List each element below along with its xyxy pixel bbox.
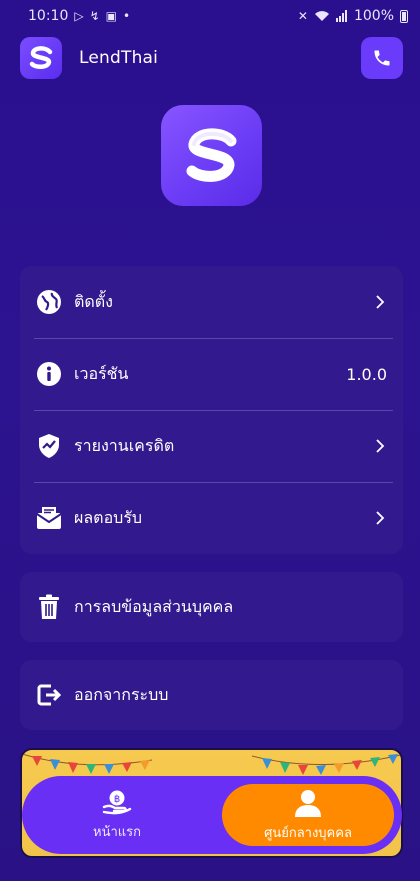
menu-item-label: รายงานเครดิต: [74, 435, 175, 455]
tab-personal-center-label: ศูนย์กลางบุคคล: [264, 825, 352, 841]
menu-item-label: ผลตอบรับ: [74, 507, 143, 527]
logout-label: ออกจากระบบ: [74, 684, 169, 704]
wifi-icon: [314, 11, 329, 21]
tab-home-label: หน้าแรก: [93, 824, 141, 840]
delete-personal-data-button[interactable]: การลบข้อมูลส่วนบุคคล: [20, 572, 403, 642]
menu-item-feedback[interactable]: ผลตอบรับ: [20, 482, 403, 554]
battery-percent: 100%: [353, 8, 394, 24]
menu-item-label: เวอร์ชัน: [74, 363, 129, 383]
menu-item-credit-report[interactable]: รายงานเครดิต: [20, 410, 403, 482]
app-logo-icon: [20, 37, 62, 79]
mail-icon: [36, 505, 62, 531]
menu-item-label: ติดตั้ง: [74, 291, 113, 311]
status-time: 10:10: [28, 8, 69, 24]
status-left: 10:10 ▷ ↯ ▣ •: [28, 8, 130, 24]
logout-button[interactable]: ออกจากระบบ: [20, 660, 403, 730]
clipboard-icon: ▣: [105, 9, 117, 23]
mute-icon: ✕: [297, 9, 308, 23]
info-icon: [36, 361, 62, 387]
dot-icon: •: [123, 9, 131, 23]
chevron-right-icon: [373, 511, 387, 525]
app-header: LendThai: [20, 37, 403, 79]
version-value: 1.0.0: [346, 364, 387, 384]
menu-item-version: เวอร์ชัน 1.0.0: [20, 338, 403, 410]
svg-text:฿: ฿: [114, 794, 120, 805]
play-icon: ▷: [74, 9, 84, 23]
menu-item-install[interactable]: ติดตั้ง: [20, 266, 403, 338]
app-logo-large: [161, 105, 262, 206]
user-icon: [295, 789, 321, 817]
settings-menu: ติดตั้ง เวอร์ชัน 1.0.0 รายงานเครดิต ผลตอ…: [20, 266, 403, 554]
chevron-right-icon: [373, 295, 387, 309]
phone-button[interactable]: [361, 37, 403, 79]
shield-chart-icon: [36, 433, 62, 459]
missed-call-icon: ↯: [89, 9, 100, 23]
globe-icon: [36, 289, 62, 315]
chevron-right-icon: [373, 439, 387, 453]
status-right: ✕ 100%: [298, 8, 408, 24]
screen: 10:10 ▷ ↯ ▣ • ✕ 100% LendThai ติดตั้ง เว…: [0, 0, 420, 881]
tab-home[interactable]: ฿ หน้าแรก: [22, 776, 212, 854]
battery-icon: [400, 9, 408, 23]
delete-personal-data-label: การลบข้อมูลส่วนบุคคล: [74, 596, 234, 616]
tab-personal-center[interactable]: ศูนย์กลางบุคคล: [222, 784, 394, 846]
phone-icon: [374, 50, 390, 66]
logout-icon: [36, 682, 62, 708]
app-title: LendThai: [79, 48, 159, 68]
home-coin-icon: ฿: [102, 790, 132, 814]
signal-icon: [335, 10, 347, 22]
trash-icon: [36, 594, 62, 620]
status-bar: 10:10 ▷ ↯ ▣ • ✕ 100%: [0, 0, 420, 32]
bottom-nav: ฿ หน้าแรก ศูนย์กลางบุคคล: [22, 776, 402, 854]
